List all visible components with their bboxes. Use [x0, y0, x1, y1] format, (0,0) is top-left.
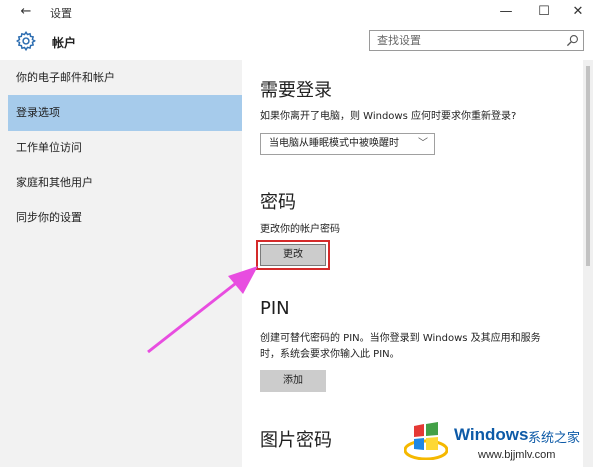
- minimize-button[interactable]: —: [491, 2, 521, 22]
- change-password-button[interactable]: 更改: [256, 240, 330, 270]
- maximize-button[interactable]: ☐: [529, 2, 559, 22]
- search-icon[interactable]: [566, 34, 579, 47]
- pin-description-line2: 时，系统会要求你输入此 PIN。: [260, 349, 400, 360]
- close-button[interactable]: ✕: [563, 2, 593, 22]
- window-title: 设置: [50, 7, 72, 20]
- title-bar: ← 设置 — ☐ ✕: [0, 0, 593, 26]
- main-content: 需要登录 如果你离开了电脑，则 Windows 应何时要求你重新登录? 当电脑从…: [242, 60, 583, 467]
- watermark-brand: Windows: [454, 425, 529, 444]
- sidebar-item-sync-settings[interactable]: 同步你的设置: [8, 200, 242, 236]
- settings-window: ← 设置 — ☐ ✕ 帐户 你的电子邮件和帐户 登录选项 工作单位访问 家庭和其…: [0, 0, 593, 467]
- picture-password-heading: 图片密码: [260, 430, 332, 451]
- back-button[interactable]: ←: [16, 3, 36, 21]
- require-signin-heading: 需要登录: [260, 80, 332, 101]
- scrollbar[interactable]: [583, 60, 593, 467]
- sidebar-item-email-accounts[interactable]: 你的电子邮件和帐户: [8, 60, 242, 96]
- password-description: 更改你的帐户密码: [260, 224, 340, 235]
- page-header: 帐户: [0, 26, 593, 58]
- windows-logo-icon: [404, 422, 448, 460]
- watermark: Windows 系统之家 www.bjjmlv.com: [402, 414, 593, 467]
- sidebar-item-work-access[interactable]: 工作单位访问: [8, 130, 242, 166]
- pin-description-line1: 创建可替代密码的 PIN。当你登录到 Windows 及其应用和服务: [260, 333, 541, 344]
- page-title: 帐户: [52, 36, 77, 50]
- gear-icon: [15, 30, 36, 52]
- scrollbar-thumb[interactable]: [586, 66, 590, 266]
- search-box: [369, 30, 584, 51]
- watermark-url: www.bjjmlv.com: [478, 449, 556, 461]
- password-heading: 密码: [260, 192, 296, 213]
- chevron-down-icon: ﹀: [418, 138, 428, 149]
- dropdown-value: 当电脑从睡眠模式中被唤醒时: [269, 138, 399, 149]
- sidebar-item-family-users[interactable]: 家庭和其他用户: [8, 165, 242, 201]
- add-pin-button[interactable]: 添加: [260, 370, 326, 392]
- require-signin-description: 如果你离开了电脑，则 Windows 应何时要求你重新登录?: [260, 111, 517, 122]
- pin-heading: PIN: [260, 298, 290, 319]
- require-signin-dropdown[interactable]: 当电脑从睡眠模式中被唤醒时 ﹀: [260, 133, 435, 155]
- sidebar-item-sign-in-options[interactable]: 登录选项: [8, 95, 242, 131]
- watermark-brand-cn: 系统之家: [528, 431, 581, 446]
- sidebar: 你的电子邮件和帐户 登录选项 工作单位访问 家庭和其他用户 同步你的设置: [0, 60, 242, 467]
- search-input[interactable]: [370, 31, 560, 50]
